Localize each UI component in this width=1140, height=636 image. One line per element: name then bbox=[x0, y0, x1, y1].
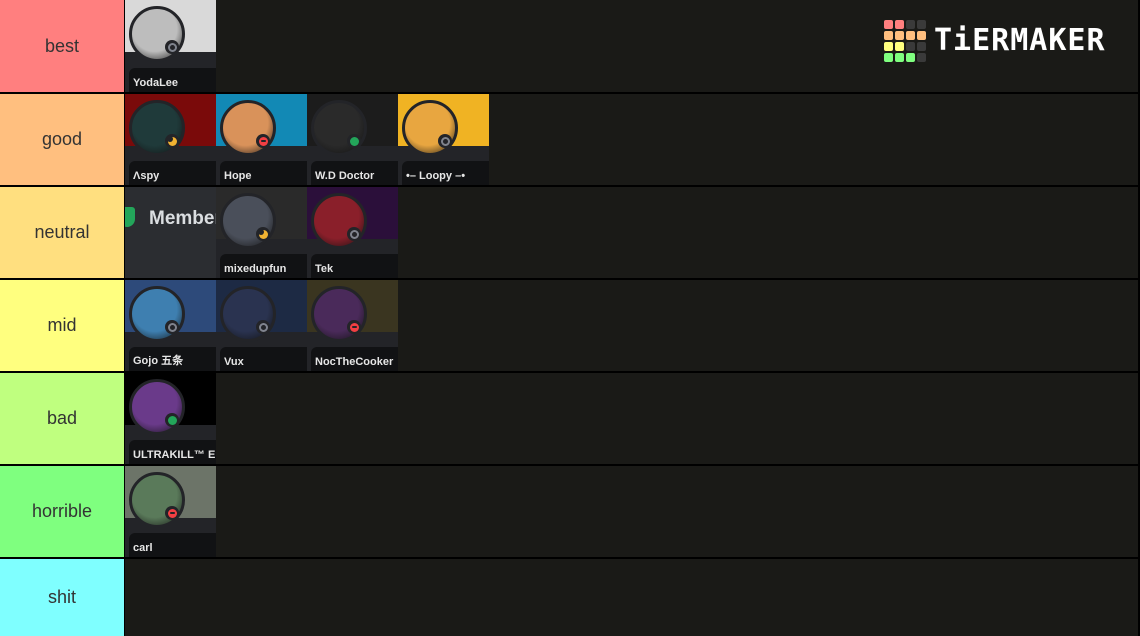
status-online-icon bbox=[347, 134, 361, 148]
tier-row-horrible: horrible carl bbox=[0, 466, 1138, 557]
status-dnd-icon bbox=[347, 320, 361, 334]
tier-label-text: bad bbox=[46, 408, 78, 428]
tiermaker-logo[interactable]: TiERMAKER bbox=[884, 20, 1106, 62]
tier-item-card[interactable]: Vux bbox=[216, 280, 307, 371]
shield-icon bbox=[125, 207, 135, 227]
tier-item-card[interactable]: •– Loopy –• bbox=[398, 94, 489, 185]
username: mixedupfun bbox=[224, 263, 287, 275]
tier-row-good: good Λspy Hope W.D Doctor •– Loopy –• bbox=[0, 94, 1138, 185]
tier-row-neutral: neutral Member mixedupfun Tek bbox=[0, 187, 1138, 278]
username: Vux bbox=[224, 356, 244, 368]
avatar bbox=[220, 286, 276, 342]
tier-item-card[interactable]: W.D Doctor bbox=[307, 94, 398, 185]
username: Hope bbox=[224, 170, 252, 182]
tier-label-text: horrible bbox=[31, 501, 93, 521]
logo-grid-cell bbox=[884, 53, 893, 62]
tier-item-card[interactable]: Λspy bbox=[125, 94, 216, 185]
logo-grid-cell bbox=[884, 42, 893, 51]
avatar bbox=[129, 100, 185, 156]
tier-items: ULTRAKILL™ Enthusiast bbox=[125, 373, 1138, 464]
avatar bbox=[129, 6, 185, 62]
username: NocTheCooker bbox=[315, 356, 394, 368]
tier-label[interactable]: mid bbox=[0, 280, 124, 371]
tier-items: Gojo 五条 Vux NocTheCooker bbox=[125, 280, 1138, 371]
logo-text: TiERMAKER bbox=[934, 23, 1106, 58]
logo-grid-cell bbox=[917, 53, 926, 62]
logo-grid-icon bbox=[884, 20, 926, 62]
status-online-icon bbox=[165, 413, 179, 427]
logo-grid-cell bbox=[895, 20, 904, 29]
avatar bbox=[129, 379, 185, 435]
member-card[interactable]: Member bbox=[125, 187, 216, 278]
tier-label[interactable]: horrible bbox=[0, 466, 124, 557]
status-dnd-icon bbox=[165, 506, 179, 520]
username: Λspy bbox=[133, 170, 160, 182]
logo-grid-cell bbox=[895, 31, 904, 40]
logo-grid-cell bbox=[906, 31, 915, 40]
tier-item-card[interactable]: NocTheCooker bbox=[307, 280, 398, 371]
username: •– Loopy –• bbox=[406, 170, 466, 182]
username: Gojo 五条 bbox=[133, 355, 184, 367]
avatar bbox=[129, 472, 185, 528]
avatar bbox=[129, 286, 185, 342]
tier-row-bad: bad ULTRAKILL™ Enthusiast bbox=[0, 373, 1138, 464]
logo-grid-cell bbox=[917, 20, 926, 29]
logo-grid-cell bbox=[917, 31, 926, 40]
status-offline-icon bbox=[256, 320, 270, 334]
status-idle-icon bbox=[256, 227, 270, 241]
status-dnd-icon bbox=[256, 134, 270, 148]
logo-grid-cell bbox=[884, 20, 893, 29]
username: carl bbox=[133, 542, 153, 554]
avatar bbox=[311, 193, 367, 249]
logo-grid-cell bbox=[895, 42, 904, 51]
logo-grid-cell bbox=[906, 20, 915, 29]
tier-row-shit: shit bbox=[0, 559, 1138, 636]
avatar bbox=[220, 193, 276, 249]
member-label: Member bbox=[149, 208, 216, 229]
tier-row-mid: mid Gojo 五条 Vux NocTheCooker bbox=[0, 280, 1138, 371]
tier-item-card[interactable]: carl bbox=[125, 466, 216, 557]
tier-items: Λspy Hope W.D Doctor •– Loopy –• bbox=[125, 94, 1138, 185]
tier-item-card[interactable]: YodaLee bbox=[125, 0, 216, 92]
status-offline-icon bbox=[165, 320, 179, 334]
tier-item-card[interactable]: Gojo 五条 bbox=[125, 280, 216, 371]
logo-grid-cell bbox=[895, 53, 904, 62]
tier-item-card[interactable]: ULTRAKILL™ Enthusiast bbox=[125, 373, 216, 464]
logo-grid-cell bbox=[917, 42, 926, 51]
tier-items: carl bbox=[125, 466, 1138, 557]
tier-label-text: best bbox=[44, 35, 80, 56]
status-offline-icon bbox=[165, 40, 179, 54]
status-offline-icon bbox=[438, 134, 452, 148]
logo-grid-cell bbox=[906, 42, 915, 51]
tier-label[interactable]: shit bbox=[0, 559, 124, 636]
username: Tek bbox=[315, 263, 334, 275]
tier-item-card[interactable]: Tek bbox=[307, 187, 398, 278]
status-idle-icon bbox=[165, 134, 179, 148]
tier-item-card[interactable]: mixedupfun bbox=[216, 187, 307, 278]
tier-label[interactable]: best bbox=[0, 0, 124, 92]
status-offline-icon bbox=[347, 227, 361, 241]
logo-grid-cell bbox=[906, 53, 915, 62]
tier-label[interactable]: good bbox=[0, 94, 124, 185]
tier-label-text: good bbox=[41, 129, 83, 149]
tier-label-text: shit bbox=[47, 587, 76, 607]
avatar bbox=[311, 286, 367, 342]
username: W.D Doctor bbox=[315, 170, 375, 182]
tier-items bbox=[125, 559, 1138, 636]
logo-grid-cell bbox=[884, 31, 893, 40]
tier-label-text: neutral bbox=[34, 222, 90, 242]
username: ULTRAKILL™ Enthusiast bbox=[133, 449, 216, 461]
avatar bbox=[311, 100, 367, 156]
tier-item-card[interactable]: Hope bbox=[216, 94, 307, 185]
tier-label-text: mid bbox=[47, 315, 77, 335]
tier-list: best YodaLee good Λspy Hope W.D Doctor •– L… bbox=[0, 0, 1140, 636]
avatar bbox=[402, 100, 458, 156]
username: YodaLee bbox=[133, 77, 179, 89]
tier-label[interactable]: neutral bbox=[0, 187, 124, 278]
tier-items: Member mixedupfun Tek bbox=[125, 187, 1138, 278]
avatar bbox=[220, 100, 276, 156]
tier-label[interactable]: bad bbox=[0, 373, 124, 464]
